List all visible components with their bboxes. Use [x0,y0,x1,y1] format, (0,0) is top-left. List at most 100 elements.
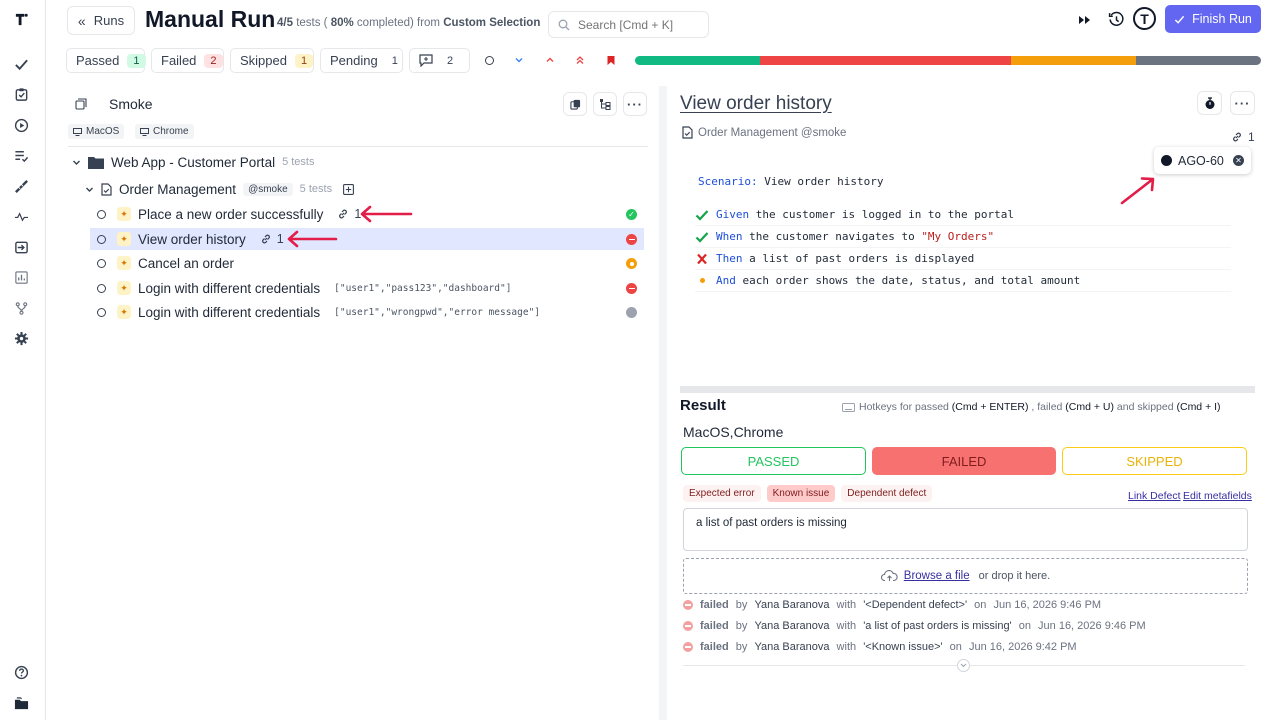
timer-button[interactable] [1197,91,1222,115]
upload-cloud-icon [880,570,898,582]
finish-run-button[interactable]: Finish Run [1165,5,1261,33]
remove-issue-icon[interactable]: ✕ [1233,155,1244,166]
file-drop-zone[interactable]: Browse a file or drop it here. [683,558,1248,594]
step-line: When the customer navigates to "My Order… [695,226,1231,248]
test-title[interactable]: View order history [680,93,832,115]
select-radio[interactable] [97,283,106,293]
env-tag-macos: MacOS [68,124,125,139]
priority-high-icon[interactable] [543,53,557,67]
tag-expected-error[interactable]: Expected error [683,485,761,502]
tree-structure-icon [600,99,611,110]
folders-icon[interactable] [11,693,31,713]
detail-link-count[interactable]: 1 [1231,130,1255,144]
copy-button[interactable] [563,92,587,116]
filter-count: 1 [127,53,146,68]
divider [68,146,648,147]
clipboard-check-icon[interactable] [11,84,31,104]
expand-history-button[interactable] [957,659,970,672]
issue-key[interactable]: AGO-60 [1178,154,1224,168]
test-row[interactable]: ✦ Login with different credentials ["use… [90,277,644,299]
pulse-icon[interactable] [11,206,31,226]
run-progress-bar [635,56,1261,65]
filter-skipped[interactable]: Skipped 1 [230,48,314,73]
filter-comments[interactable]: 2 [409,48,470,73]
suite-row[interactable]: Order Management @smoke 5 tests [85,179,355,199]
avatar[interactable]: T [1133,7,1156,30]
panel-resize-handle[interactable] [659,86,667,720]
status-failed-icon [626,283,637,294]
select-radio[interactable] [97,258,106,268]
history-entry: failed by Yana Baranova with '<Dependent… [683,596,1101,614]
list-check-icon[interactable] [11,145,31,165]
filter-pending[interactable]: Pending 1 [320,48,403,73]
linked-issue-popover[interactable]: AGO-60 ✕ [1154,147,1251,174]
back-label: Runs [93,13,125,28]
folder-row[interactable]: Web App - Customer Portal 5 tests [72,152,314,172]
more-options-button[interactable]: ··· [623,92,647,116]
filter-label: Failed [161,53,197,68]
back-to-runs-button[interactable]: « Runs [67,6,135,35]
hotkeys-hint: Hotkeys for passed (Cmd + ENTER) , faile… [842,401,1221,413]
file-check-icon [682,126,693,139]
priority-important-icon[interactable] [573,53,587,67]
search-box[interactable] [548,11,709,38]
progress-segment [760,56,1011,65]
fast-forward-icon[interactable] [1077,12,1093,28]
analytics-icon[interactable] [11,267,31,287]
tree-view-button[interactable] [593,92,617,116]
link-icon [339,209,348,219]
page-title: Manual Run [145,6,276,32]
resize-handle[interactable] [680,386,1255,393]
branch-icon[interactable] [11,298,31,318]
browse-file-link[interactable]: Browse a file [904,570,970,582]
link-icon [261,234,270,244]
play-circle-icon[interactable] [11,115,31,135]
filter-count: 1 [391,54,398,67]
status-passed-icon: ✓ [626,209,637,220]
link-count[interactable]: 1 [260,232,284,246]
select-radio[interactable] [97,234,106,244]
drop-hint: or drop it here. [975,570,1051,582]
filter-label: Skipped [240,53,287,68]
link-defect-link[interactable]: Link Defect [1128,490,1181,502]
timer-reset-icon[interactable] [1108,11,1125,28]
suite-reference[interactable]: Order Management @smoke [682,126,846,139]
annotation-arrow-icon [287,230,338,248]
detail-more-button[interactable]: ··· [1230,91,1255,115]
progress-segment [1135,56,1261,65]
filter-passed[interactable]: Passed 1 [66,48,146,73]
result-message-textarea[interactable]: a list of past orders is missing [683,508,1248,551]
edit-metafields-link[interactable]: Edit metafields [1183,490,1252,502]
progress-segment [635,56,761,65]
env-tag-chrome: Chrome [135,124,194,139]
search-input[interactable] [578,17,698,32]
failed-status-icon [683,621,693,631]
skipped-button[interactable]: SKIPPED [1062,447,1247,475]
help-icon[interactable] [11,662,31,682]
ruler-icon[interactable] [11,176,31,196]
test-name: Login with different credentials [138,280,321,296]
passed-button[interactable]: PASSED [681,447,866,475]
priority-critical-icon[interactable] [604,53,618,67]
filter-failed[interactable]: Failed 2 [151,48,224,73]
test-row[interactable]: ✦ Cancel an order [90,252,644,274]
select-radio[interactable] [97,307,106,317]
test-row[interactable]: ✦ Login with different credentials ["use… [90,301,644,323]
test-name: Place a new order successfully [138,206,324,222]
tag-dependent-defect[interactable]: Dependent defect [841,485,933,502]
gear-icon[interactable] [11,328,31,348]
add-square-icon[interactable] [343,183,355,195]
import-icon[interactable] [11,237,31,257]
manual-test-icon: ✦ [117,256,131,270]
failed-button[interactable]: FAILED [872,447,1056,475]
select-radio[interactable] [97,209,106,219]
chevron-down-icon[interactable] [72,158,81,167]
tag-known-issue[interactable]: Known issue [766,485,836,502]
stopwatch-icon [1205,96,1214,109]
status-failed-icon [626,234,637,245]
checkmark-icon[interactable] [11,54,31,74]
circle-filter-icon[interactable] [482,53,496,67]
logo-icon[interactable] [11,9,31,29]
priority-low-icon[interactable] [512,53,526,67]
chevron-down-icon[interactable] [85,185,94,194]
